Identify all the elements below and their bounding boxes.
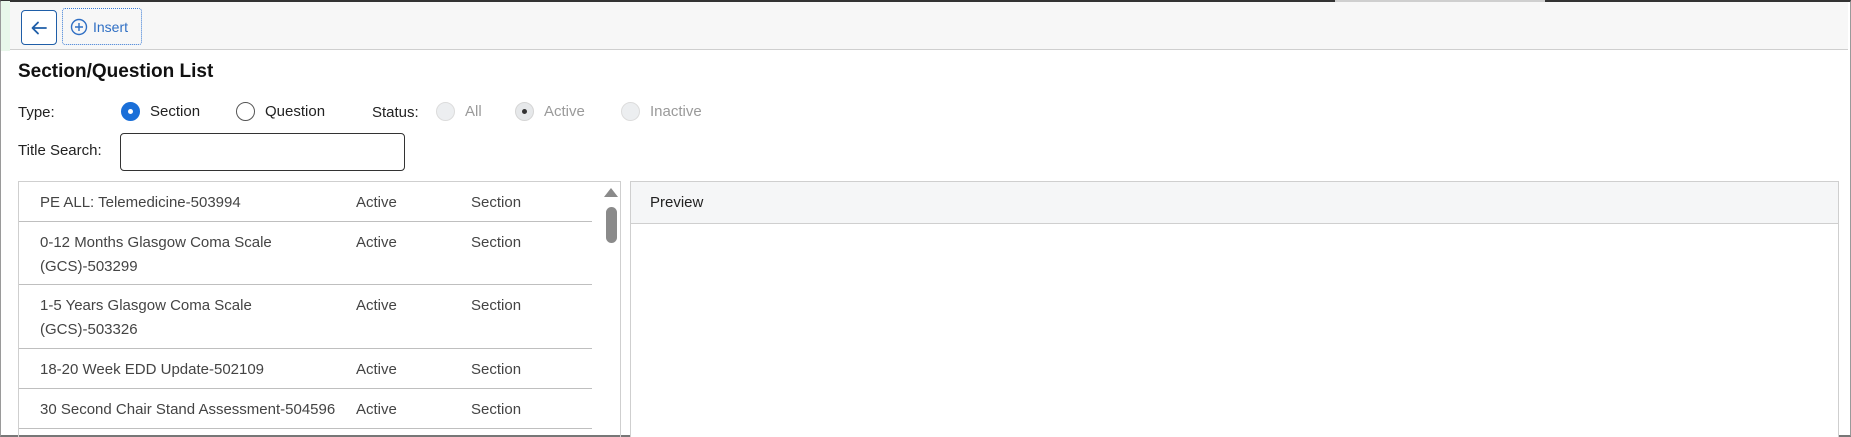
list-row[interactable]: 30 Second Chair Stand Assessment-504596 … bbox=[19, 389, 592, 429]
radio-checked-icon bbox=[121, 102, 140, 121]
list-row[interactable]: 0-12 Months Glasgow Coma Scale (GCS)-503… bbox=[19, 222, 592, 285]
left-accent-strip bbox=[1, 1, 10, 51]
status-radio-all[interactable]: All bbox=[436, 102, 482, 121]
scroll-up-arrow-icon[interactable] bbox=[604, 188, 618, 197]
title-search-input[interactable] bbox=[120, 133, 405, 171]
type-option-label: Question bbox=[265, 103, 326, 120]
type-option-label: Section bbox=[150, 103, 201, 120]
row-title: 0-12 Months Glasgow Coma Scale (GCS)-503… bbox=[40, 234, 272, 275]
row-type: Section bbox=[471, 194, 522, 211]
radio-unchecked-icon bbox=[621, 102, 640, 121]
row-title: 18-20 Week EDD Update-502109 bbox=[40, 361, 265, 378]
page-title: Section/Question List bbox=[18, 61, 214, 82]
status-label: Status: bbox=[372, 104, 419, 121]
row-status: Active bbox=[356, 401, 397, 418]
status-option-label: Inactive bbox=[650, 103, 702, 120]
row-type: Section bbox=[471, 234, 522, 251]
status-option-label: Active bbox=[544, 103, 585, 120]
list-row[interactable]: 1-5 Years Glasgow Coma Scale (GCS)-50332… bbox=[19, 285, 592, 349]
row-status: Active bbox=[356, 194, 397, 211]
status-radio-active[interactable]: Active bbox=[515, 102, 585, 121]
list-row[interactable]: 18-20 Week EDD Update-502109 Active Sect… bbox=[19, 349, 592, 389]
plus-circle-icon bbox=[70, 18, 88, 35]
row-title: PE ALL: Telemedicine-503994 bbox=[40, 194, 241, 211]
radio-unchecked-icon bbox=[436, 102, 455, 121]
row-type: Section bbox=[471, 297, 522, 314]
row-type: Section bbox=[471, 361, 522, 378]
radio-checked-icon bbox=[515, 102, 534, 121]
list-row[interactable]: PE ALL: Telemedicine-503994 Active Secti… bbox=[19, 182, 592, 222]
title-search-label: Title Search: bbox=[18, 142, 102, 159]
row-title: 1-5 Years Glasgow Coma Scale (GCS)-50332… bbox=[40, 297, 252, 338]
radio-unchecked-icon bbox=[236, 102, 255, 121]
row-status: Active bbox=[356, 234, 397, 251]
preview-panel: Preview bbox=[630, 181, 1839, 437]
scroll-thumb[interactable] bbox=[606, 207, 617, 243]
toolbar: Insert bbox=[10, 2, 1848, 50]
main-content: Section/Question List Type: Section Ques… bbox=[10, 51, 1848, 437]
type-radio-question[interactable]: Question bbox=[236, 102, 325, 121]
list-scrollbar[interactable] bbox=[599, 182, 620, 437]
row-type: Section bbox=[471, 401, 522, 418]
back-button[interactable] bbox=[21, 10, 57, 45]
row-status: Active bbox=[356, 361, 397, 378]
status-radio-inactive[interactable]: Inactive bbox=[621, 102, 702, 121]
row-title: 30 Second Chair Stand Assessment-504596 bbox=[40, 401, 336, 418]
type-label: Type: bbox=[18, 104, 55, 121]
arrow-left-icon bbox=[31, 21, 47, 34]
section-list: PE ALL: Telemedicine-503994 Active Secti… bbox=[18, 181, 621, 437]
status-option-label: All bbox=[465, 103, 482, 120]
preview-header: Preview bbox=[631, 182, 1838, 224]
insert-label: Insert bbox=[93, 18, 129, 35]
insert-button[interactable]: Insert bbox=[62, 8, 142, 45]
type-radio-section[interactable]: Section bbox=[121, 102, 200, 121]
row-status: Active bbox=[356, 297, 397, 314]
